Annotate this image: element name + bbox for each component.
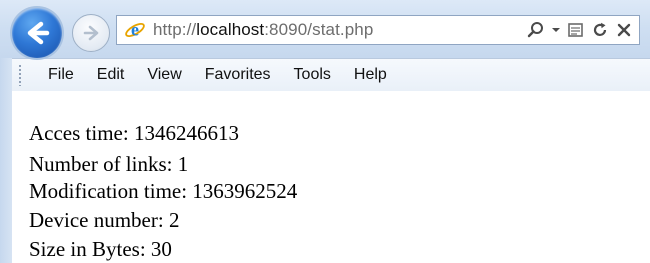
menu-help[interactable]: Help [342,62,398,88]
stat-access-time: Acces time: 1346246613 [29,121,239,145]
menu-file[interactable]: File [36,62,85,88]
address-tools [527,16,633,44]
search-icon[interactable] [527,20,545,40]
forward-button[interactable] [72,14,110,52]
url-scheme: http:// [153,20,197,39]
url-path: :8090/stat.php [264,20,374,39]
svg-text:e: e [131,20,139,40]
dropdown-caret-icon[interactable] [551,20,561,40]
stat-device-number: Device number: 2 [29,208,180,232]
menu-tools[interactable]: Tools [282,62,342,88]
stop-icon[interactable] [615,20,633,40]
refresh-icon[interactable] [591,20,609,40]
address-bar[interactable]: e http://localhost:8090/stat.php [116,15,640,45]
forward-arrow-icon [83,25,99,41]
menu-edit[interactable]: Edit [85,62,136,88]
url-host: localhost [196,20,265,39]
back-button[interactable] [12,8,62,58]
compatibility-view-icon[interactable] [567,20,585,40]
stat-modification-time: Modification time: 1363962524 [29,179,298,203]
back-arrow-icon [27,21,50,45]
address-url[interactable]: http://localhost:8090/stat.php [153,20,373,40]
stat-size-in-bytes: Size in Bytes: 30 [29,237,172,261]
browser-chrome: e http://localhost:8090/stat.php [0,0,650,58]
internet-explorer-icon: e [123,18,147,42]
window-frame [0,58,12,263]
menu-bar: File Edit View Favorites Tools Help [12,58,650,92]
page-content: Acces time: 1346246613 Number of links: … [12,91,650,263]
menu-view[interactable]: View [135,62,192,88]
toolbar-grip[interactable] [18,64,22,86]
stat-number-of-links: Number of links: 1 [29,152,189,176]
menu-favorites[interactable]: Favorites [193,62,282,88]
